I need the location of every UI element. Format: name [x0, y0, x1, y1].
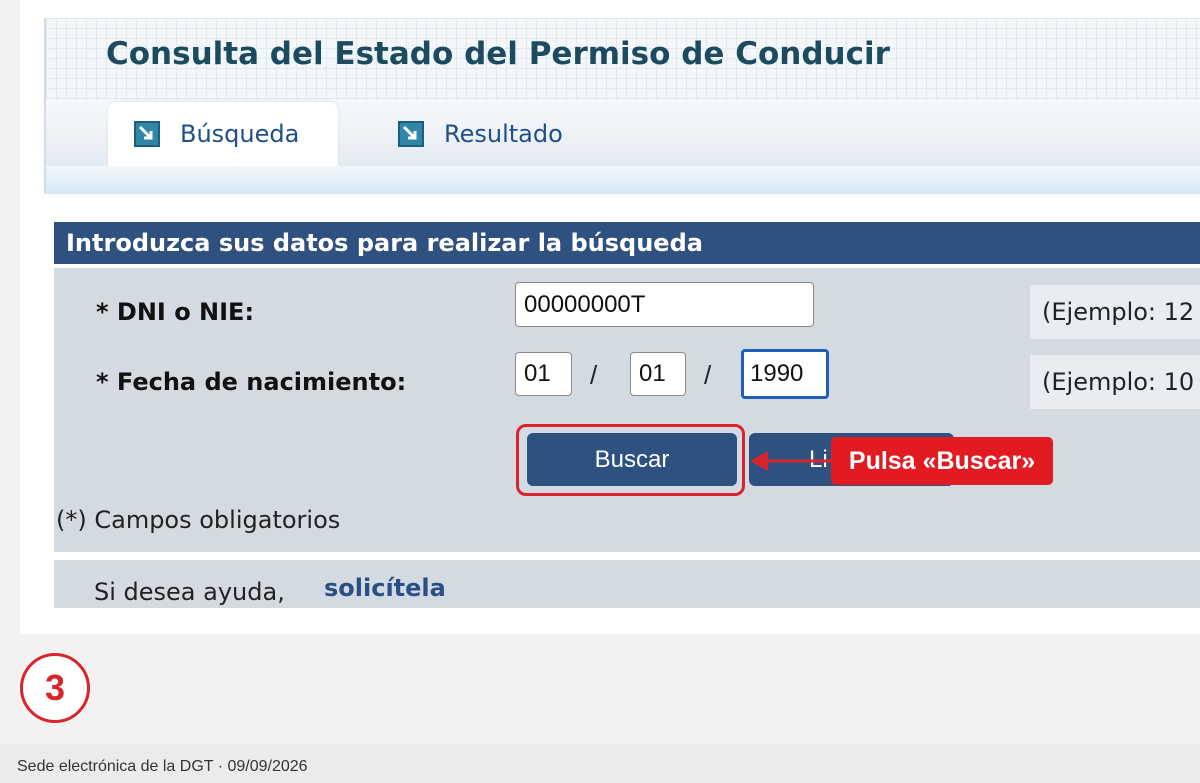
- arrow-square-icon: [398, 121, 424, 147]
- help-text: Si desea ayuda,: [94, 578, 285, 606]
- dni-input[interactable]: [515, 282, 814, 327]
- footer: Sede electrónica de la DGT · 09/09/2026: [0, 744, 1200, 783]
- birth-date-label: * Fecha de nacimiento:: [96, 368, 407, 396]
- date-separator: /: [590, 360, 598, 390]
- arrow-left-icon: [750, 451, 836, 471]
- arrow-square-icon: [134, 121, 160, 147]
- help-row: Si desea ayuda, solicítela: [54, 560, 1200, 608]
- required-fields-note: (*) Campos obligatorios: [56, 506, 341, 534]
- tab-busqueda[interactable]: Búsqueda: [108, 102, 338, 166]
- birth-date-example-hint: (Ejemplo: 10: [1030, 355, 1200, 409]
- help-link[interactable]: solicítela: [324, 574, 446, 602]
- dni-label: * DNI o NIE:: [96, 298, 255, 326]
- callout-label: Pulsa «Buscar»: [831, 437, 1053, 485]
- search-button[interactable]: Buscar: [527, 433, 737, 486]
- footer-caption: Sede electrónica de la DGT · 09/09/2026: [17, 758, 308, 775]
- birth-day-input[interactable]: [515, 352, 572, 396]
- dni-example-hint: (Ejemplo: 12: [1030, 285, 1200, 339]
- tab-label: Resultado: [444, 120, 563, 148]
- page-title: Consulta del Estado del Permiso de Condu…: [106, 36, 890, 72]
- birth-month-input[interactable]: [630, 352, 686, 396]
- page-header: Consulta del Estado del Permiso de Condu…: [44, 18, 1200, 194]
- tab-label: Búsqueda: [180, 120, 300, 148]
- header-stripe: [46, 166, 1200, 194]
- tab-resultado[interactable]: Resultado: [398, 102, 638, 166]
- step-number-badge: 3: [20, 653, 90, 723]
- date-separator: /: [704, 360, 712, 390]
- birth-year-input[interactable]: [741, 349, 829, 399]
- section-title: Introduzca sus datos para realizar la bú…: [54, 222, 1200, 264]
